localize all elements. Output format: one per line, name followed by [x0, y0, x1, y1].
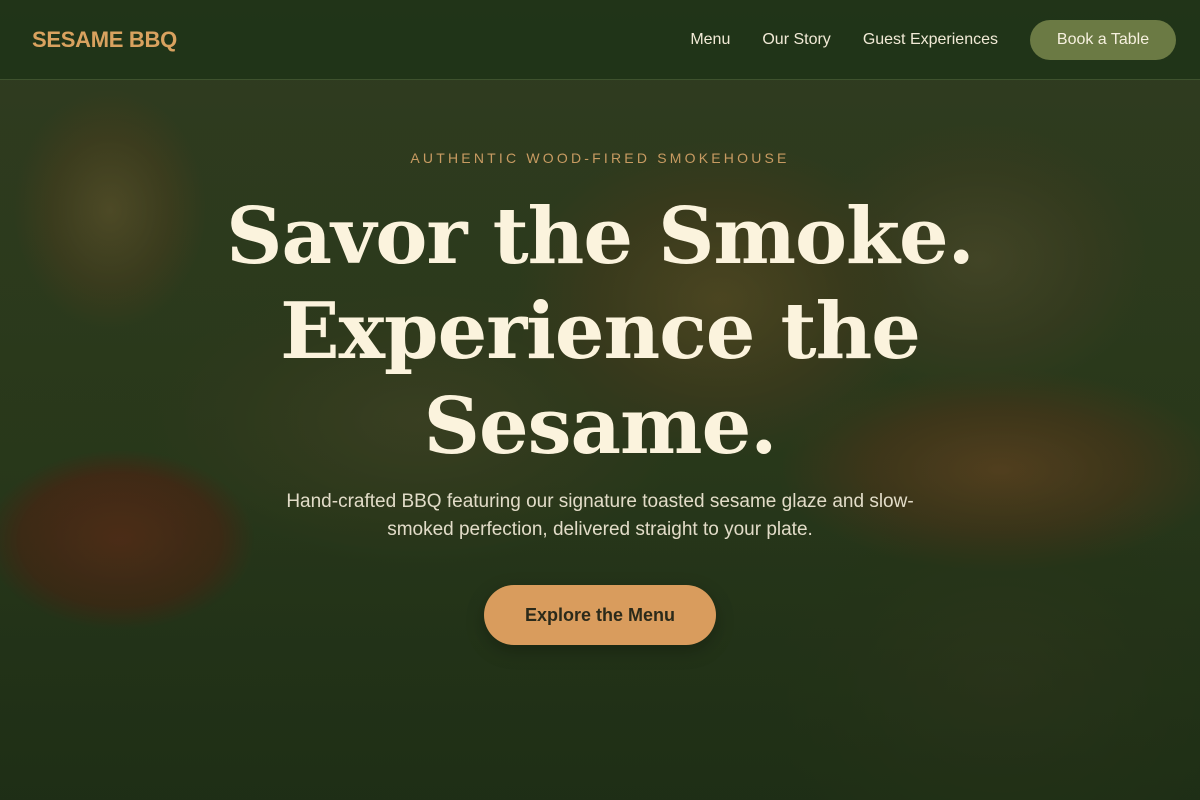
hero-section: AUTHENTIC WOOD-FIRED SMOKEHOUSE Savor th…	[0, 80, 1200, 645]
brand-logo[interactable]: SESAME BBQ	[32, 0, 177, 80]
nav-link-menu[interactable]: Menu	[690, 31, 730, 49]
nav-links: Menu Our Story Guest Experiences	[690, 0, 998, 80]
explore-menu-button[interactable]: Explore the Menu	[484, 585, 716, 645]
nav-link-our-story[interactable]: Our Story	[762, 31, 830, 49]
navbar: SESAME BBQ Menu Our Story Guest Experien…	[0, 0, 1200, 80]
hero-headline: Savor the Smoke. Experience the Sesame.	[226, 191, 975, 472]
nav-link-guest-experiences[interactable]: Guest Experiences	[863, 31, 998, 49]
hero-subtext: Hand-crafted BBQ featuring our signature…	[286, 491, 914, 540]
hero-eyebrow: AUTHENTIC WOOD-FIRED SMOKEHOUSE	[410, 150, 790, 166]
page: SESAME BBQ Menu Our Story Guest Experien…	[0, 0, 1200, 800]
book-a-table-button[interactable]: Book a Table	[1030, 20, 1176, 60]
